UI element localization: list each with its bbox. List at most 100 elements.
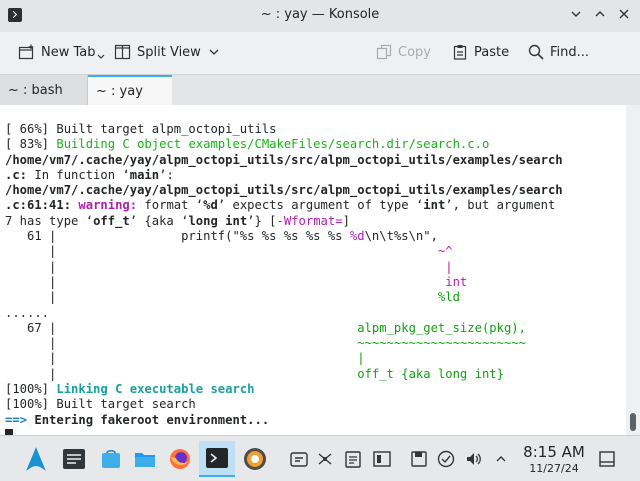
minimize-icon[interactable]: [566, 6, 586, 26]
taskbar: 8:15 AM 11/27/24: [0, 435, 640, 481]
terminal-line: | |: [5, 260, 563, 275]
terminal-line: .c: In function ‘main’:: [5, 168, 563, 183]
terminal-scrollbar[interactable]: [626, 105, 640, 435]
konsole-task-button[interactable]: [199, 441, 235, 477]
task-manager-icon: [63, 449, 85, 469]
network-tray[interactable]: [316, 450, 334, 468]
terminal-text: [ 66%] Built target alpm_octopi_utils: [5, 122, 277, 136]
screen-icon: [373, 451, 391, 467]
close-icon[interactable]: [614, 6, 634, 26]
terminal-text: off_t {aka long int}: [357, 366, 504, 381]
terminal-text: 61 | printf("%s %s %s %s %s: [5, 229, 350, 244]
octopi-icon: [244, 448, 266, 470]
terminal-text: 7 has type ‘: [5, 213, 94, 228]
terminal-text: %d: [349, 229, 365, 244]
new-tab-icon: [18, 44, 34, 60]
terminal-text: ’ {aka ‘: [129, 213, 189, 228]
application-launcher[interactable]: [18, 441, 54, 477]
terminal-text: In function ‘: [27, 167, 130, 182]
terminal-text: alpm_pkg_get_size(pkg),: [357, 320, 526, 335]
window-title: ~ : yay — Konsole: [260, 7, 380, 22]
terminal-line: 61 | printf("%s %s %s %s %s %d\n\t%s\n",: [5, 229, 563, 244]
terminal-view[interactable]: [ 66%] Built target alpm_octopi_utils[ 8…: [0, 105, 626, 435]
terminal-text: %d: [203, 198, 218, 213]
terminal-text: |: [5, 336, 358, 351]
terminal-line: /home/vm7/.cache/yay/alpm_octopi_utils/s…: [5, 183, 563, 198]
terminal-line: | %ld: [5, 290, 563, 305]
new-tab-button[interactable]: New Tab: [18, 42, 111, 62]
terminal-text: warning:: [78, 198, 138, 213]
terminal-text: |: [5, 366, 358, 381]
terminal-text: off_t: [93, 213, 130, 228]
update-tray[interactable]: [437, 450, 455, 468]
paste-button[interactable]: Paste: [452, 42, 509, 62]
terminal-line: ==> Entering fakeroot environment...: [5, 413, 563, 428]
terminal-text: [100%]: [5, 382, 57, 397]
terminal-text: 67 |: [5, 320, 358, 335]
terminal-text: ]: [342, 213, 350, 228]
copy-button[interactable]: Copy: [376, 42, 431, 62]
split-view-label: Split View: [137, 44, 201, 60]
terminal-text: |: [5, 274, 446, 289]
octopi-button[interactable]: [237, 441, 273, 477]
scrollbar-thumb[interactable]: [630, 413, 636, 431]
show-desktop-button[interactable]: [598, 450, 616, 468]
notes-tray[interactable]: [344, 450, 362, 468]
show-desktop-icon: [599, 451, 615, 467]
find-label: Find...: [550, 44, 590, 60]
terminal-text: ~^: [437, 244, 453, 259]
chevron-down-icon: [97, 54, 104, 59]
terminal-text: .c:61:41:: [5, 198, 72, 213]
terminal-text: |: [5, 290, 438, 305]
screen-tray[interactable]: [373, 450, 391, 468]
clock-date[interactable]: 11/27/24: [518, 462, 590, 475]
discover-store-button[interactable]: [93, 441, 129, 477]
clock-time[interactable]: 8:15 AM: [518, 443, 590, 461]
terminal-text: ’} [: [247, 213, 277, 228]
firefox-icon: [170, 449, 190, 469]
terminal-text: ’ expects argument of type ‘: [217, 198, 424, 213]
terminal-text: format ‘: [137, 198, 204, 213]
toolbar: New Tab Split View Copy Paste Find...: [0, 32, 640, 72]
terminal-text: \n\t%s\n",: [364, 229, 438, 244]
paste-icon: [453, 45, 467, 60]
search-icon: [528, 44, 544, 60]
terminal-text: /home/vm7/.cache/yay/alpm_octopi_utils/s…: [5, 183, 563, 198]
update-icon: [437, 450, 455, 468]
expand-tray[interactable]: [492, 450, 510, 468]
volume-icon: [467, 453, 481, 465]
file-manager-button[interactable]: [127, 441, 163, 477]
terminal-text: main: [129, 167, 160, 182]
maximize-icon[interactable]: [590, 6, 610, 26]
terminal-text: Linking C executable search: [56, 382, 255, 397]
clipboard-icon: [290, 452, 308, 467]
split-view-button[interactable]: Split View: [114, 42, 225, 62]
file-manager-icon: [135, 453, 155, 467]
window-titlebar[interactable]: ~ : yay — Konsole: [0, 0, 640, 33]
firefox-button[interactable]: [162, 441, 198, 477]
volume-tray[interactable]: [465, 450, 483, 468]
terminal-text: -Wformat=: [276, 213, 343, 228]
terminal-text: Building C object examples/CMakeFiles/se…: [56, 137, 490, 152]
terminal-text: long int: [188, 213, 248, 228]
save-icon: [411, 451, 427, 467]
task-manager-button[interactable]: [56, 441, 92, 477]
terminal-line: | ~~~~~~~~~~~~~~~~~~~~~~~: [5, 336, 563, 351]
terminal-line: 7 has type ‘off_t’ {aka ‘long int’} [-Wf…: [5, 214, 563, 229]
tab-bash[interactable]: ~ : bash: [0, 75, 88, 105]
clipboard-tray[interactable]: [290, 450, 308, 468]
terminal-text: ......: [5, 305, 50, 320]
copy-label: Copy: [398, 44, 431, 60]
tab-yay[interactable]: ~ : yay: [88, 75, 172, 106]
save-tray[interactable]: [410, 450, 428, 468]
split-view-icon: [114, 44, 131, 60]
terminal-line: [100%] Linking C executable search: [5, 382, 563, 397]
terminal-line: [ 83%] Building C object examples/CMakeF…: [5, 137, 563, 152]
terminal-text: |: [445, 259, 453, 274]
terminal-line: /home/vm7/.cache/yay/alpm_octopi_utils/s…: [5, 153, 563, 168]
find-button[interactable]: Find...: [528, 42, 589, 62]
terminal-text: [ 83%]: [5, 137, 57, 152]
terminal-text: ’, but argument: [445, 198, 556, 213]
terminal-text: [100%] Built target search: [5, 397, 196, 412]
terminal-text: /home/vm7/.cache/yay/alpm_octopi_utils/s…: [5, 152, 563, 167]
